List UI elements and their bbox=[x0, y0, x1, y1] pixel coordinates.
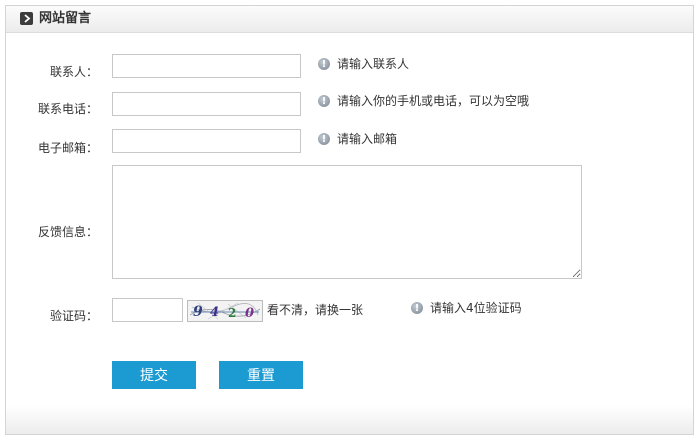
contact-label: 联系人： bbox=[49, 65, 98, 79]
reset-button[interactable]: 重置 bbox=[219, 361, 303, 389]
contact-input[interactable] bbox=[112, 54, 301, 78]
info-icon bbox=[411, 301, 423, 317]
panel-title: 网站留言 bbox=[39, 11, 92, 26]
chevron-right-icon bbox=[20, 12, 33, 25]
email-input[interactable] bbox=[112, 129, 301, 153]
email-label: 电子邮箱： bbox=[37, 141, 98, 155]
phone-input[interactable] bbox=[112, 92, 301, 116]
feedback-label: 反馈信息： bbox=[37, 225, 98, 239]
captcha-char: 9 bbox=[193, 304, 203, 320]
phone-label: 联系电话： bbox=[37, 102, 98, 116]
captcha-char: 0 bbox=[245, 306, 254, 321]
captcha-label: 验证码： bbox=[49, 309, 98, 323]
email-hint: 请输入邮箱 bbox=[318, 131, 398, 148]
info-icon bbox=[318, 94, 330, 110]
panel-footer bbox=[6, 406, 693, 434]
info-icon bbox=[318, 57, 330, 73]
captcha-image[interactable]: 9 4 2 0 bbox=[187, 300, 263, 322]
contact-hint: 请输入联系人 bbox=[318, 56, 410, 73]
captcha-hint-text: 请输入4位验证码 bbox=[430, 301, 522, 315]
captcha-char: 4 bbox=[210, 305, 219, 320]
info-icon bbox=[318, 132, 330, 148]
email-hint-text: 请输入邮箱 bbox=[337, 132, 398, 146]
phone-hint-text: 请输入你的手机或电话，可以为空哦 bbox=[337, 94, 530, 108]
submit-button[interactable]: 提交 bbox=[112, 361, 196, 389]
captcha-input[interactable] bbox=[112, 298, 183, 322]
phone-hint: 请输入你的手机或电话，可以为空哦 bbox=[318, 93, 530, 110]
feedback-textarea[interactable] bbox=[112, 165, 582, 279]
captcha-hint: 请输入4位验证码 bbox=[411, 300, 522, 317]
panel-header: 网站留言 bbox=[6, 6, 693, 33]
contact-hint-text: 请输入联系人 bbox=[337, 57, 410, 71]
captcha-refresh-link[interactable]: 看不清，请换一张 bbox=[267, 302, 363, 318]
captcha-char: 2 bbox=[228, 306, 236, 320]
